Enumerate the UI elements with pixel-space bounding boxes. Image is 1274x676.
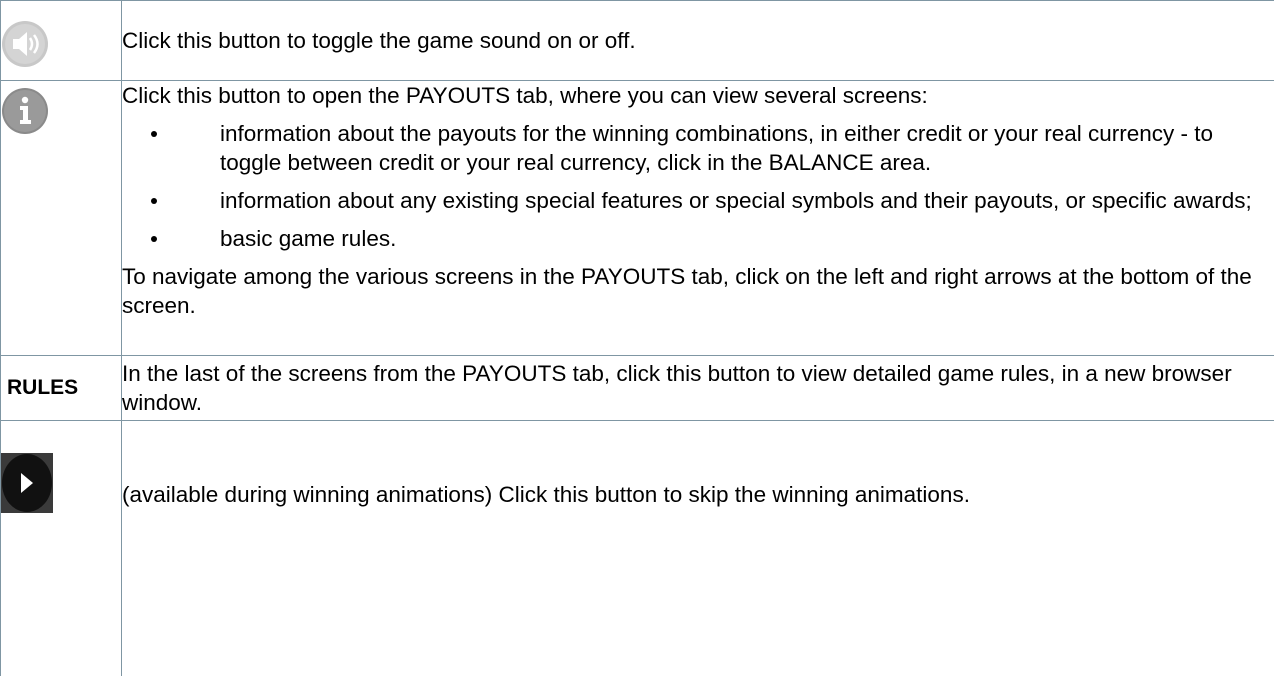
skip-forward-icon	[1, 449, 121, 518]
table-row-sound: Click this button to toggle the game sou…	[1, 1, 1274, 81]
table-row-empty	[1, 546, 1274, 676]
list-item-text: basic game rules.	[220, 226, 396, 251]
controls-table: Click this button to toggle the game sou…	[0, 0, 1274, 676]
sound-description: Click this button to toggle the game sou…	[122, 1, 1274, 81]
table-row-rules: RULES In the last of the screens from th…	[1, 356, 1274, 421]
rules-description: In the last of the screens from the PAYO…	[122, 356, 1274, 421]
list-item: basic game rules.	[122, 224, 1274, 253]
speaker-icon	[1, 8, 121, 73]
skip-description: (available during winning animations) Cl…	[122, 421, 1274, 546]
icon-cell-empty	[1, 546, 122, 676]
info-outro: To navigate among the various screens in…	[122, 262, 1274, 320]
empty-cell	[122, 546, 1274, 676]
bullet-dot	[151, 198, 157, 204]
bullet-dot	[151, 131, 157, 137]
table-row-skip: (available during winning animations) Cl…	[1, 421, 1274, 546]
list-item-text: information about the payouts for the wi…	[220, 121, 1213, 175]
info-intro: Click this button to open the PAYOUTS ta…	[122, 81, 1274, 110]
info-bullet-list: information about the payouts for the wi…	[122, 119, 1274, 253]
bullet-dot	[151, 236, 157, 242]
icon-cell-sound	[1, 1, 122, 81]
icon-cell-skip	[1, 421, 122, 546]
info-icon	[1, 81, 121, 140]
rules-button-label: RULES	[1, 376, 78, 399]
table-row-info: Click this button to open the PAYOUTS ta…	[1, 81, 1274, 356]
list-item: information about any existing special f…	[122, 186, 1274, 215]
icon-cell-info	[1, 81, 122, 356]
list-item-text: information about any existing special f…	[220, 188, 1252, 213]
info-description: Click this button to open the PAYOUTS ta…	[122, 81, 1274, 356]
list-item: information about the payouts for the wi…	[122, 119, 1274, 177]
icon-cell-rules: RULES	[1, 356, 122, 421]
